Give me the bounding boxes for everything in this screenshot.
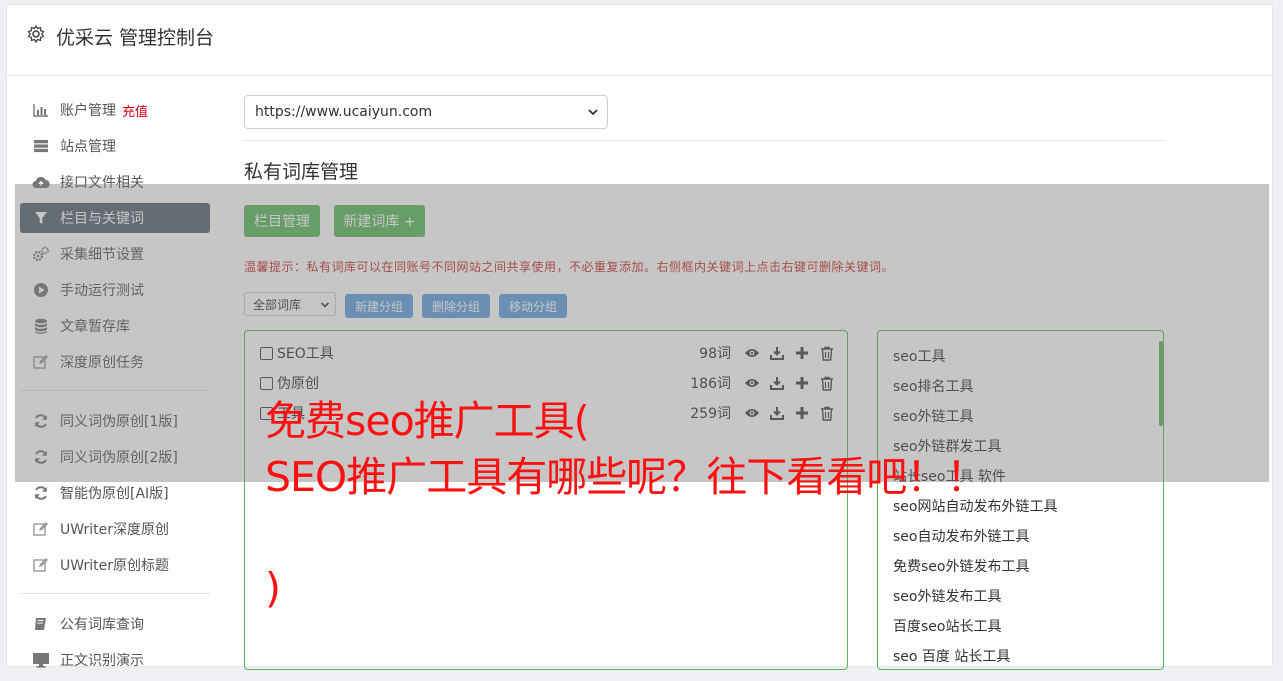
keyword-item[interactable]: seo自动发布外链工具 <box>893 526 1029 546</box>
keyword-item[interactable]: seo外链发布工具 <box>893 586 1001 606</box>
keyword-item[interactable]: 免费seo外链发布工具 <box>893 556 1029 576</box>
site-select[interactable]: https://www.ucaiyun.com <box>244 95 608 129</box>
headline-line-2: SEO推广工具有哪些呢？往下看看吧！！ <box>265 453 987 501</box>
sidebar-item-label: 账户管理 <box>60 103 116 119</box>
sidebar-item-account[interactable]: 账户管理 充值 <box>20 95 210 125</box>
keyword-item[interactable]: seo 百度 站长工具 <box>893 646 1010 666</box>
sidebar-divider <box>20 593 210 594</box>
edit-icon <box>32 520 50 538</box>
site-select-value: https://www.ucaiyun.com <box>255 104 433 120</box>
banner-overlay <box>15 184 1269 482</box>
sidebar-item-text-recognition[interactable]: 正文识别演示 <box>20 645 210 675</box>
gear-icon[interactable] <box>26 24 46 44</box>
sidebar-item-ai-original[interactable]: 智能伪原创[AI版] <box>20 478 210 508</box>
bar-chart-icon <box>32 101 50 119</box>
page-title: 优采云 管理控制台 <box>56 27 215 49</box>
refresh-icon <box>32 484 50 502</box>
headline-line-1: 免费seo推广工具( <box>265 397 590 445</box>
sidebar-item-label: UWriter深度原创 <box>60 522 169 538</box>
recharge-link[interactable]: 充值 <box>122 101 148 120</box>
sidebar-item-public-lexicon[interactable]: 公有词库查询 <box>20 609 210 639</box>
edit-icon <box>32 556 50 574</box>
sidebar-item-uwriter-deep[interactable]: UWriter深度原创 <box>20 514 210 544</box>
monitor-icon <box>32 651 50 669</box>
header-bar: 优采云 管理控制台 <box>7 5 1272 76</box>
headline-line-3: ) <box>265 564 281 612</box>
sidebar-item-sites[interactable]: 站点管理 <box>20 131 210 161</box>
sidebar-item-label: 正文识别演示 <box>60 653 144 669</box>
book-icon <box>32 615 50 633</box>
sidebar-item-uwriter-title[interactable]: UWriter原创标题 <box>20 550 210 580</box>
sidebar-item-label: 智能伪原创[AI版] <box>60 486 169 502</box>
keyword-item[interactable]: 百度seo站长工具 <box>893 616 1001 636</box>
chevron-down-icon <box>587 106 599 122</box>
section-title: 私有词库管理 <box>244 161 359 183</box>
sidebar-item-label: 公有词库查询 <box>60 617 144 633</box>
server-icon <box>32 137 50 155</box>
divider <box>244 140 1164 141</box>
sidebar-item-label: 站点管理 <box>60 139 116 155</box>
sidebar-item-label: UWriter原创标题 <box>60 558 169 574</box>
